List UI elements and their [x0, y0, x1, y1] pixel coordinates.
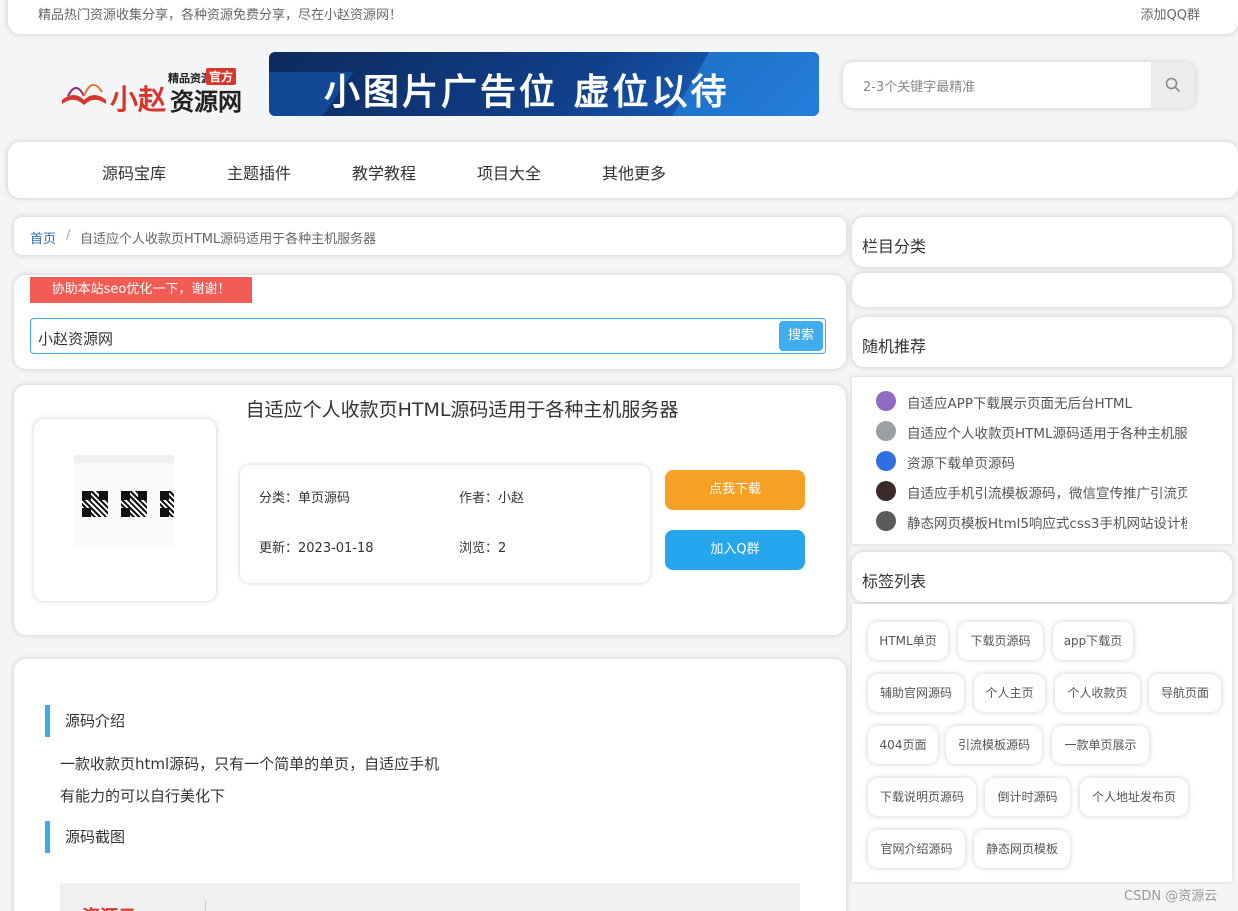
site-logo[interactable]: 小赵 精品资源 官方 资源网	[58, 64, 244, 116]
list-item[interactable]: 自适应个人收款页HTML源码适用于各种主机服务器	[876, 419, 1216, 442]
qr-code-icon	[82, 491, 108, 517]
nav-item-projects[interactable]: 项目大全	[477, 160, 541, 184]
seo-help-tag: 协助本站seo优化一下，谢谢！	[30, 277, 252, 303]
list-item-title: 自适应手机引流模板源码，微信宣传推广引流页面	[907, 486, 1187, 502]
sidebar-heading: 随机推荐	[862, 337, 927, 356]
qr-code-icon	[121, 491, 147, 517]
tag-list: HTML单页 下载页源码 app下载页 辅助官网源码 个人主页 个人收款页 导航…	[852, 604, 1232, 882]
sidebar-category-list	[852, 273, 1232, 307]
list-item-title: 自适应APP下载展示页面无后台HTML	[907, 396, 1133, 412]
thumbnail-avatar	[876, 451, 896, 471]
tag-chip[interactable]: 个人地址发布页	[1080, 778, 1188, 816]
top-bar: 精品热门资源收集分享，各种资源免费分享，尽在小赵资源网！ 添加QQ群	[8, 0, 1238, 34]
breadcrumb-separator: /	[66, 228, 71, 243]
section-heading-intro: 源码介绍	[45, 705, 125, 737]
tag-chip[interactable]: HTML单页	[868, 622, 948, 660]
article-content: 源码介绍 一款收款页html源码，只有一个简单的单页，自适应手机 有能力的可以自…	[14, 659, 846, 911]
tag-chip[interactable]: 官网介绍源码	[868, 830, 965, 868]
site-search[interactable]: 2-3个关键字最精准	[843, 62, 1195, 108]
thumbnail-header	[74, 455, 174, 463]
thumbnail-avatar	[876, 511, 896, 531]
join-qq-group-button[interactable]: 加入Q群	[665, 530, 805, 570]
random-recommend-list: 自适应APP下载展示页面无后台HTML 自适应个人收款页HTML源码适用于各种主…	[852, 377, 1232, 544]
download-button[interactable]: 点我下载	[665, 470, 805, 510]
thumbnail-avatar	[876, 481, 896, 501]
breadcrumb: 首页 / 自适应个人收款页HTML源码适用于各种主机服务器	[14, 217, 846, 255]
source-screenshot: 资源云	[60, 883, 800, 911]
tag-chip[interactable]: 下载说明页源码	[868, 778, 976, 816]
product-author: 作者：小赵	[459, 491, 525, 506]
breadcrumb-current: 自适应个人收款页HTML源码适用于各种主机服务器	[80, 232, 377, 247]
list-item-title: 静态网页模板Html5响应式css3手机网站设计模板	[907, 516, 1187, 532]
breadcrumb-home-link[interactable]: 首页	[30, 228, 56, 247]
screenshot-logo: 资源云	[82, 903, 136, 911]
tag-chip[interactable]: 静态网页模板	[974, 830, 1070, 868]
seo-search-input[interactable]: 小赵资源网 搜索	[30, 318, 826, 354]
thumbnail-avatar	[876, 391, 896, 411]
tag-chip[interactable]: 一款单页展示	[1052, 726, 1149, 764]
add-qq-group-link[interactable]: 添加QQ群	[1141, 4, 1200, 23]
product-updated: 更新：2023-01-18	[259, 541, 374, 556]
qr-code-icon	[160, 491, 174, 517]
intro-paragraph: 有能力的可以自行美化下	[60, 787, 226, 805]
tag-chip[interactable]: app下载页	[1053, 622, 1133, 660]
site-slogan: 精品热门资源收集分享，各种资源免费分享，尽在小赵资源网！	[38, 8, 403, 23]
list-item[interactable]: 静态网页模板Html5响应式css3手机网站设计模板	[876, 509, 1216, 532]
list-item[interactable]: 自适应APP下载展示页面无后台HTML	[876, 389, 1216, 412]
tag-chip[interactable]: 导航页面	[1149, 674, 1221, 712]
tag-chip[interactable]: 404页面	[868, 726, 938, 764]
product-card: 自适应个人收款页HTML源码适用于各种主机服务器 分类：单页源码 作者：小赵 更…	[14, 385, 846, 635]
search-input[interactable]: 2-3个关键字最精准	[863, 76, 975, 95]
open-book-icon	[62, 84, 106, 105]
seo-search-panel: 协助本站seo优化一下，谢谢！ 小赵资源网 搜索	[14, 275, 846, 369]
list-item[interactable]: 自适应手机引流模板源码，微信宣传推广引流页面	[876, 479, 1216, 502]
csdn-watermark: CSDN @资源云	[1124, 889, 1218, 904]
seo-search-value: 小赵资源网	[38, 330, 114, 348]
section-heading-screenshot: 源码截图	[45, 821, 125, 853]
list-item-title: 资源下载单页源码	[907, 456, 1015, 472]
tag-chip[interactable]: 下载页源码	[958, 622, 1043, 660]
list-item-title: 自适应个人收款页HTML源码适用于各种主机服务器	[907, 426, 1187, 442]
divider	[205, 901, 206, 911]
search-icon	[1165, 77, 1181, 93]
ad-banner[interactable]: 小图片广告位 虚位以待	[269, 52, 819, 116]
brand-name-black: 资源网	[170, 88, 242, 116]
nav-item-source-code[interactable]: 源码宝库	[102, 160, 166, 184]
nav-item-more[interactable]: 其他更多	[602, 160, 666, 184]
list-item[interactable]: 资源下载单页源码	[876, 449, 1216, 472]
product-title: 自适应个人收款页HTML源码适用于各种主机服务器	[245, 399, 679, 421]
product-category: 分类：单页源码	[259, 491, 351, 506]
main-nav: 源码宝库 主题插件 教学教程 项目大全 其他更多	[8, 142, 1238, 198]
sidebar-tags-header: 标签列表	[852, 552, 1232, 602]
tag-chip[interactable]: 倒计时源码	[985, 778, 1070, 816]
sidebar-heading: 栏目分类	[862, 237, 927, 256]
tag-chip[interactable]: 辅助官网源码	[868, 674, 964, 712]
sidebar-category-header: 栏目分类	[852, 217, 1232, 267]
product-info-box: 分类：单页源码 作者：小赵 更新：2023-01-18 浏览：2	[240, 465, 650, 583]
thumbnail-avatar	[876, 421, 896, 441]
sidebar-random-header: 随机推荐	[852, 317, 1232, 367]
seo-search-button[interactable]: 搜索	[779, 321, 823, 351]
brand-name-red: 小赵	[110, 83, 167, 116]
tag-chip[interactable]: 个人主页	[974, 674, 1045, 712]
tag-chip[interactable]: 引流模板源码	[946, 726, 1042, 764]
tag-chip[interactable]: 个人收款页	[1055, 674, 1140, 712]
search-button[interactable]	[1151, 62, 1195, 108]
sidebar-heading: 标签列表	[862, 572, 927, 591]
banner-text: 小图片广告位 虚位以待	[324, 72, 730, 113]
product-thumbnail[interactable]	[34, 419, 216, 601]
intro-paragraph: 一款收款页html源码，只有一个简单的单页，自适应手机	[60, 755, 440, 773]
nav-item-theme-plugins[interactable]: 主题插件	[227, 160, 291, 184]
nav-item-tutorials[interactable]: 教学教程	[352, 160, 416, 184]
product-views: 浏览：2	[459, 541, 507, 556]
